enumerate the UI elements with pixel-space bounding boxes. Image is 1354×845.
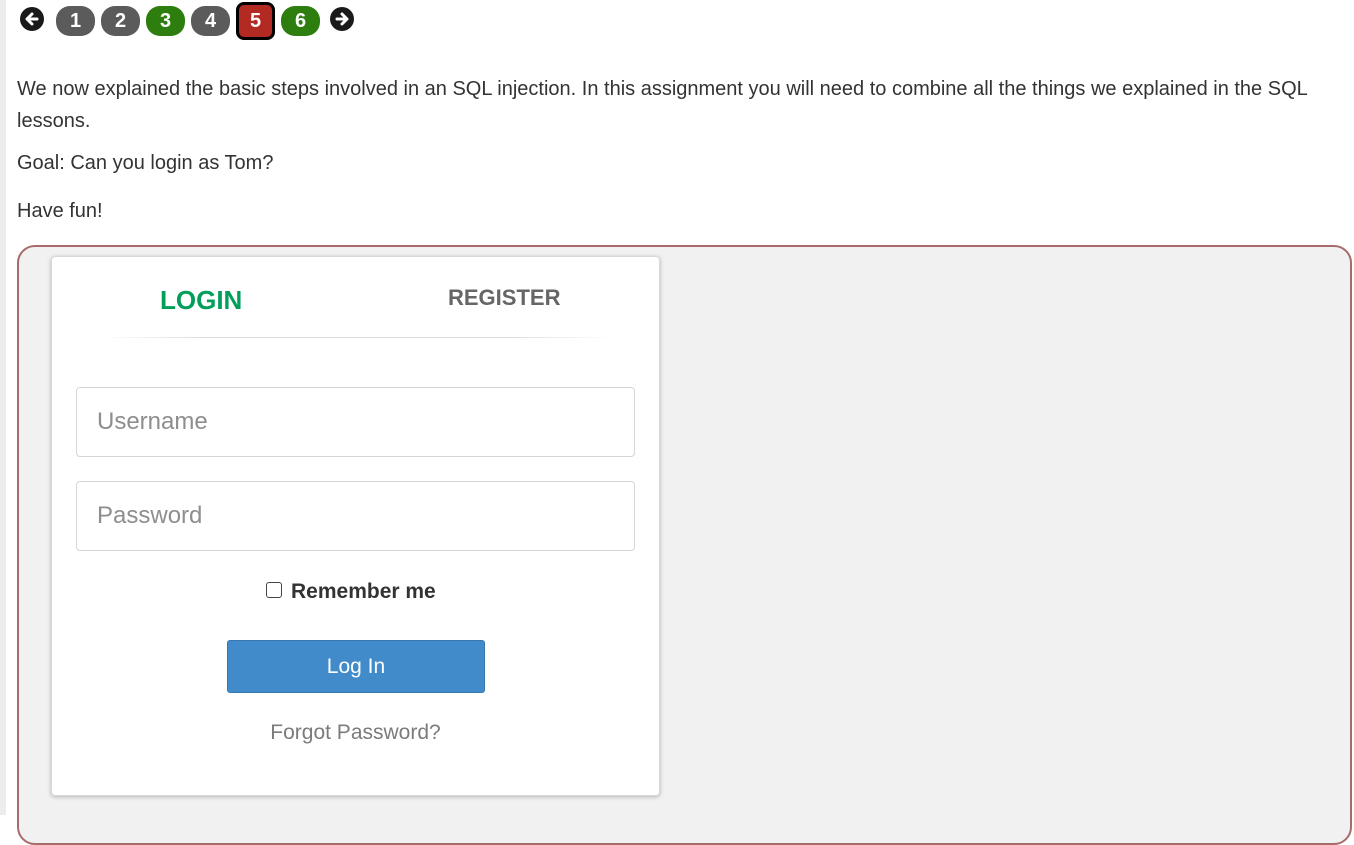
remember-me: Remember me	[266, 580, 436, 604]
page-label: 6	[294, 9, 307, 32]
page-label: 4	[204, 9, 217, 32]
lesson-outro: Have fun!	[17, 200, 103, 222]
page-label: 5	[249, 9, 262, 32]
login-button-label: Log In	[326, 654, 386, 678]
login-button[interactable]: Log In	[227, 640, 485, 693]
page-button-4[interactable]: 4	[191, 6, 230, 36]
password-input[interactable]	[76, 481, 635, 551]
left-sidebar-strip	[0, 0, 6, 815]
forgot-password-link[interactable]: Forgot Password?	[52, 721, 659, 745]
arrow-left-circle-icon	[25, 12, 39, 26]
remember-me-label[interactable]: Remember me	[291, 580, 436, 604]
page-label: 2	[114, 9, 127, 32]
tab-register[interactable]: REGISTER	[448, 285, 560, 311]
page-label: 1	[69, 9, 82, 32]
page-button-6[interactable]: 6	[281, 6, 320, 36]
tab-divider	[102, 337, 612, 338]
page-button-5-current[interactable]: 5	[236, 2, 275, 40]
previous-page-button[interactable]	[20, 7, 44, 31]
lesson-intro: We now explained the basic steps involve…	[17, 73, 1352, 137]
arrow-right-circle-icon	[335, 12, 349, 26]
page-button-1[interactable]: 1	[56, 6, 95, 36]
tab-login[interactable]: LOGIN	[160, 285, 242, 316]
page-label: 3	[159, 9, 172, 32]
lesson-pagination: 1 2 3 4 5 6	[20, 2, 354, 40]
next-page-button[interactable]	[330, 7, 354, 31]
intro-text: We now explained the basic steps involve…	[17, 78, 1308, 132]
login-panel: LOGIN REGISTER Remember me Log In Forgot…	[51, 256, 660, 796]
lesson-goal: Goal: Can you login as Tom?	[17, 152, 274, 174]
page-button-3[interactable]: 3	[146, 6, 185, 36]
username-input[interactable]	[76, 387, 635, 457]
remember-me-checkbox[interactable]	[266, 582, 282, 598]
page-button-2[interactable]: 2	[101, 6, 140, 36]
